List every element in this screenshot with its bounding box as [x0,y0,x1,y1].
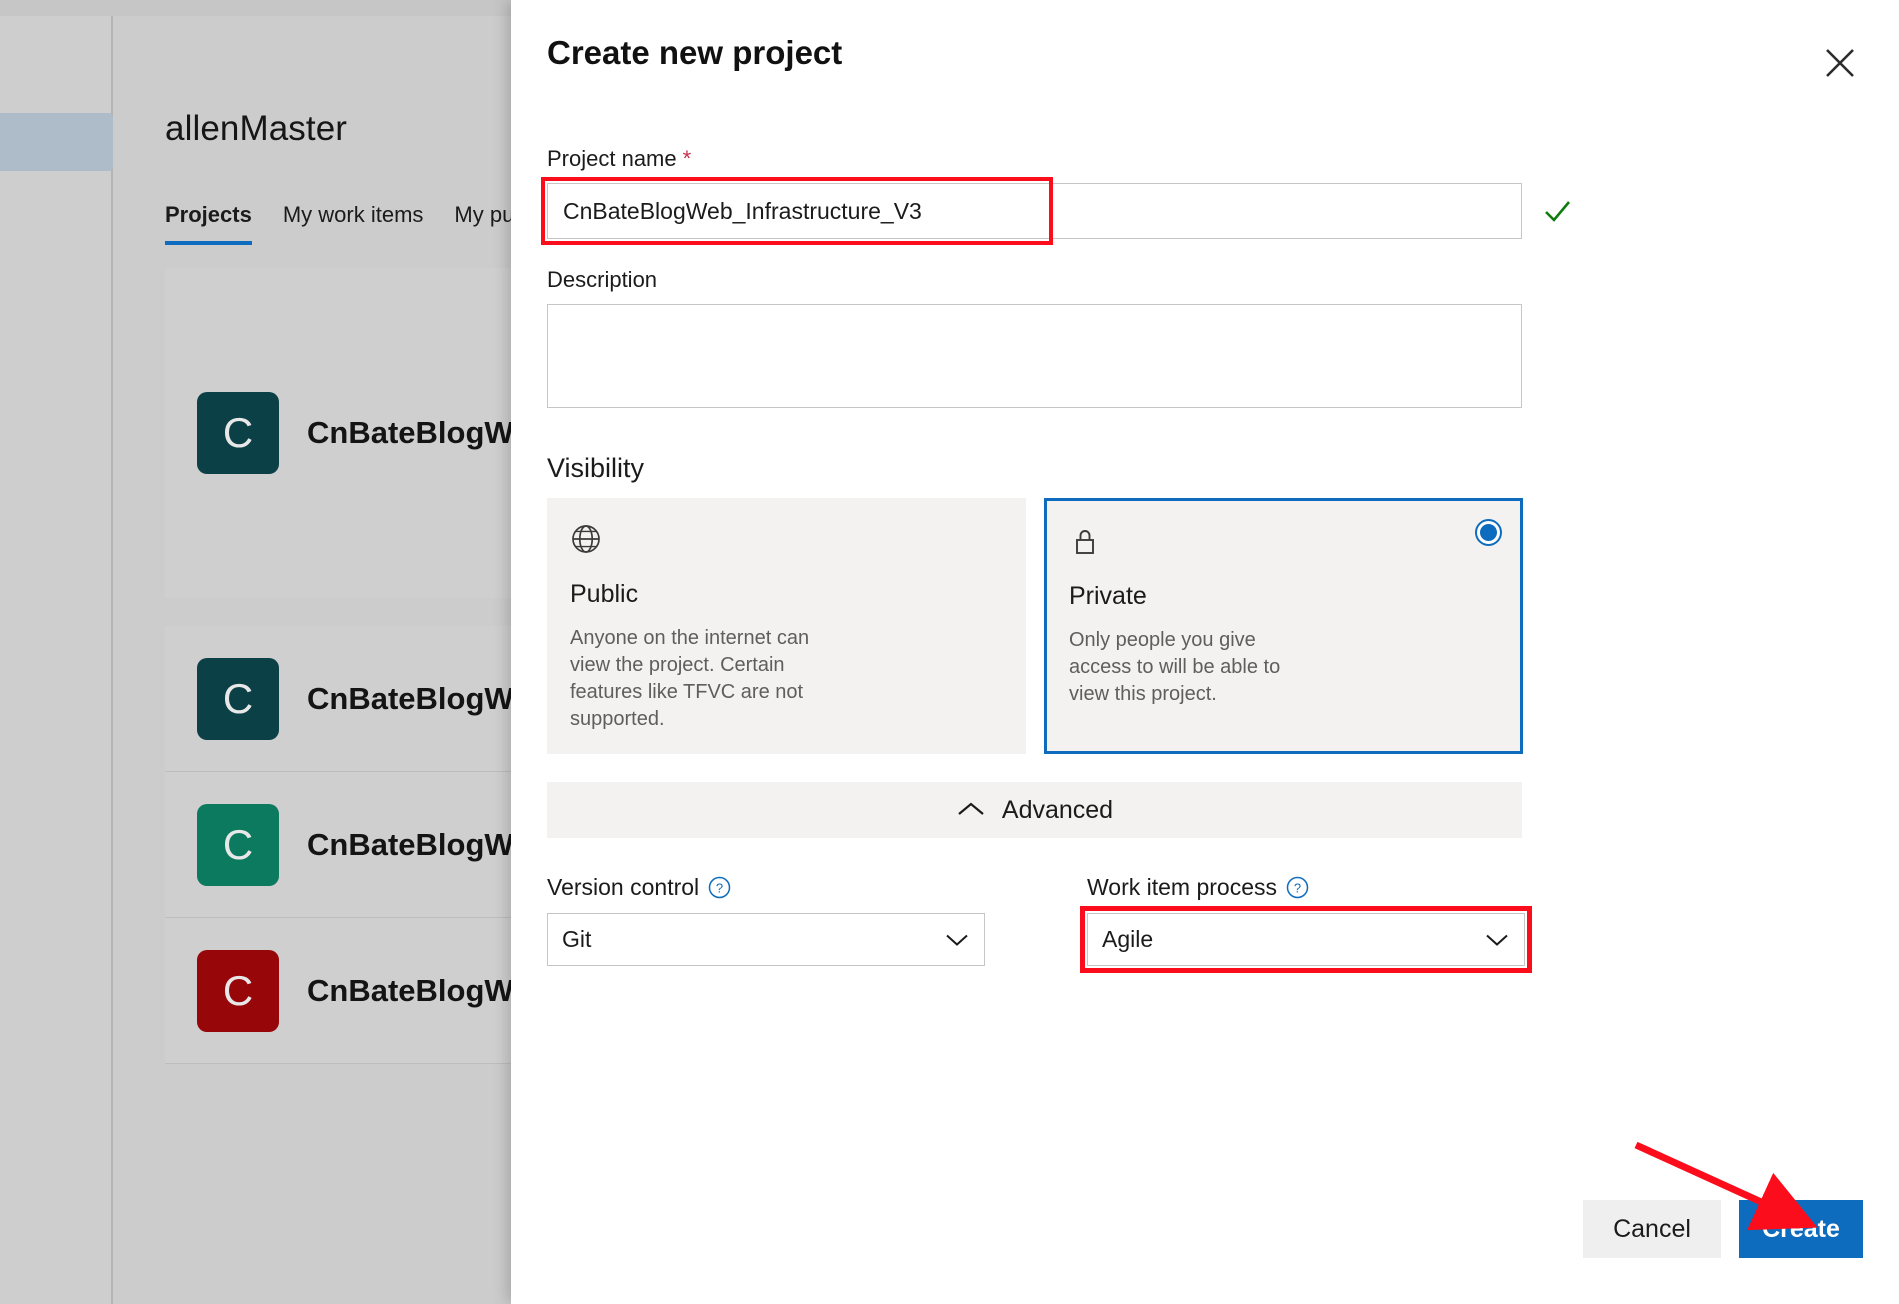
valid-check-icon [1540,194,1574,228]
cancel-button[interactable]: Cancel [1583,1200,1721,1258]
visibility-option-private[interactable]: Private Only people you give access to w… [1044,498,1523,754]
visibility-public-description: Anyone on the internet can view the proj… [570,627,810,730]
description-input[interactable] [547,304,1522,408]
project-name-label: Project name * [547,146,1863,172]
work-item-process-label: Work item process ? [1087,874,1525,901]
work-item-process-group: Work item process ? Agile [1080,874,1532,973]
create-project-dialog: Create new project Project name * CnBate… [511,0,1899,1304]
rail-selected-item[interactable] [0,113,113,171]
tab-my-pull-requests[interactable]: My pu [454,202,514,245]
version-control-group: Version control ? Git [547,874,1087,966]
work-item-process-label-text: Work item process [1087,874,1278,900]
version-control-select[interactable]: Git [547,913,985,966]
version-control-value: Git [562,926,592,952]
visibility-option-public[interactable]: Public Anyone on the internet can view t… [547,498,1026,754]
project-form: Project name * Description Visibility [541,146,1863,973]
project-name-input[interactable] [547,183,1522,239]
help-circle-icon[interactable]: ? [708,876,731,899]
visibility-private-radio[interactable] [1475,519,1502,546]
org-tabs: Projects My work items My pu [165,202,514,245]
visibility-private-name: Private [1069,582,1147,610]
tab-projects[interactable]: Projects [165,202,252,245]
description-label: Description [547,267,658,292]
tab-my-work-items[interactable]: My work items [283,202,424,245]
svg-text:?: ? [1294,881,1301,896]
close-icon[interactable] [1811,34,1869,92]
advanced-fields: Version control ? Git Work item process … [547,874,1863,973]
org-title: allenMaster [165,109,348,148]
help-circle-icon[interactable]: ? [1286,876,1309,899]
project-avatar: C [197,803,279,886]
visibility-label: Visibility [547,453,645,483]
visibility-private-description: Only people you give access to will be a… [1069,629,1281,705]
version-control-label: Version control ? [547,874,1087,901]
project-name-row [541,177,1863,245]
required-asterisk: * [682,146,692,171]
chevron-down-icon [944,926,970,953]
project-avatar: C [197,392,279,474]
create-button[interactable]: Create [1739,1200,1863,1258]
left-rail [0,16,113,1304]
chevron-down-icon [1484,926,1510,953]
work-item-process-select[interactable]: Agile [1087,913,1525,966]
lock-icon [1069,525,1498,562]
globe-icon [570,523,1003,560]
description-field: Description [547,267,1863,413]
project-avatar: C [197,657,279,740]
visibility-public-name: Public [570,580,639,608]
work-item-process-value: Agile [1102,926,1154,952]
dialog-footer: Cancel Create [1583,1200,1863,1258]
project-avatar: C [197,949,279,1032]
advanced-toggle[interactable]: Advanced [547,782,1522,838]
version-control-label-text: Version control [547,874,700,900]
visibility-options: Public Anyone on the internet can view t… [547,498,1863,754]
project-name-label-text: Project name [547,146,677,171]
chevron-up-icon [956,796,986,825]
svg-text:?: ? [716,881,723,896]
close-glyph [1826,49,1854,77]
advanced-label: Advanced [1001,795,1114,824]
dialog-title: Create new project [547,34,843,71]
